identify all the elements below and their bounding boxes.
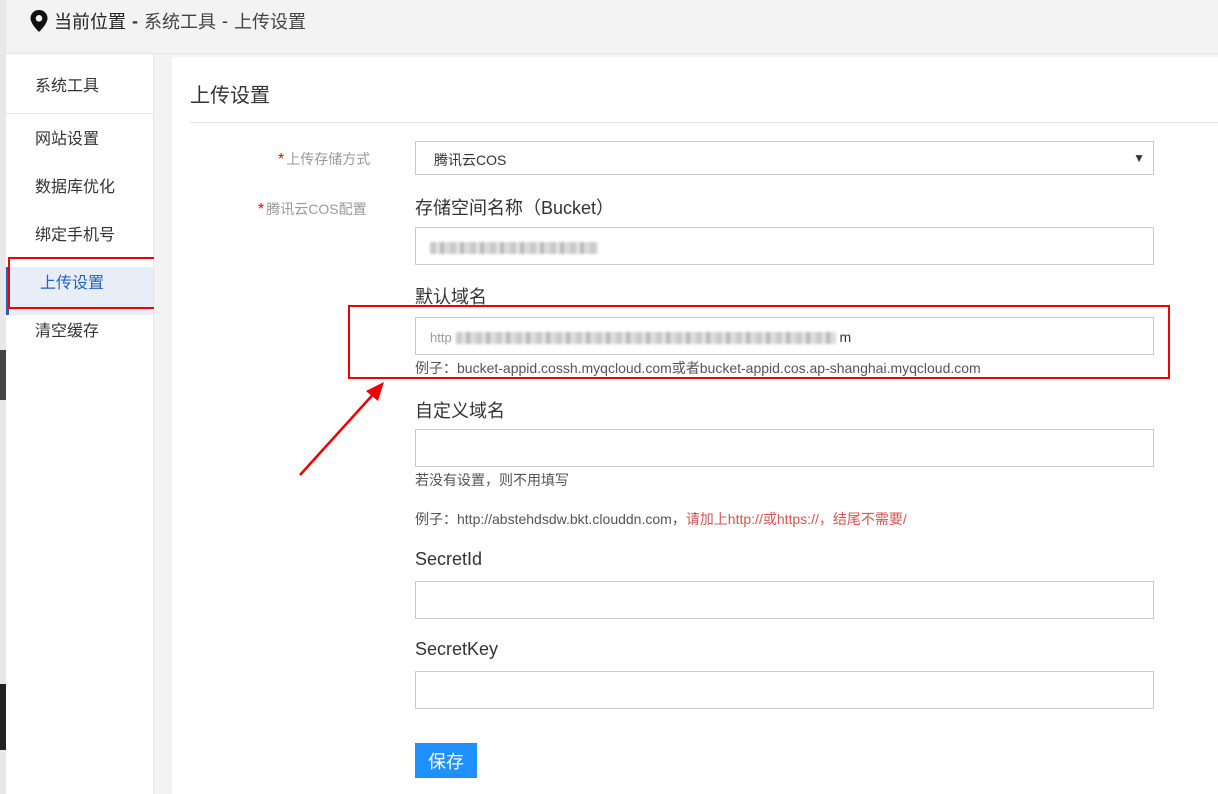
breadcrumb-current-label: 当前位置: [54, 12, 126, 32]
main-panel: 上传设置 * 上传存储方式 腾讯云COS ▼ * 腾讯云COS配置 存储空间名称（B…: [172, 57, 1218, 794]
secret-key-input[interactable]: [415, 671, 1154, 709]
secret-key-title: SecretKey: [415, 639, 499, 659]
sidebar-item-database-optimize[interactable]: 数据库优化: [6, 171, 153, 219]
breadcrumb-separator: -: [132, 10, 138, 31]
bucket-input[interactable]: [415, 227, 1154, 265]
page-title: 上传设置: [190, 85, 270, 107]
divider: [190, 122, 1218, 123]
storage-method-select[interactable]: 腾讯云COS ▼: [415, 141, 1154, 175]
default-domain-value-suffix: m: [839, 329, 852, 345]
sidebar-header: 系统工具: [6, 54, 153, 114]
required-asterisk: *: [278, 151, 285, 168]
sidebar-item-site-settings[interactable]: 网站设置: [6, 123, 153, 171]
storage-method-label: * 上传存储方式: [278, 149, 370, 169]
default-domain-input[interactable]: http m: [415, 317, 1154, 355]
sidebar-item-bind-phone[interactable]: 绑定手机号: [6, 219, 153, 267]
sidebar-menu: 网站设置 数据库优化 绑定手机号 上传设置 清空缓存: [6, 114, 153, 363]
custom-domain-note: 若没有设置，则不用填写: [415, 472, 569, 488]
breadcrumb-item-system-tools[interactable]: 系统工具: [144, 8, 216, 34]
sidebar-item-upload-settings[interactable]: 上传设置: [6, 267, 153, 315]
custom-domain-title: 自定义域名: [415, 401, 505, 421]
default-domain-value-prefix: http: [430, 330, 452, 345]
storage-method-selected: 腾讯云COS: [434, 152, 507, 168]
breadcrumb: 当前位置 - 系统工具 - 上传设置: [30, 10, 306, 32]
annotation-arrow-icon: [299, 382, 384, 476]
sidebar-item-clear-cache[interactable]: 清空缓存: [6, 315, 153, 363]
secret-id-title: SecretId: [415, 549, 483, 569]
custom-domain-warning: 请加上http://或https://，结尾不需要/: [685, 511, 907, 527]
dropdown-arrow-icon: ▼: [1133, 151, 1145, 165]
custom-domain-example: 例子：http://abstehdsdw.bkt.clouddn.com，请加上…: [415, 509, 907, 529]
sidebar: 系统工具 网站设置 数据库优化 绑定手机号 上传设置 清空缓存: [6, 54, 154, 794]
top-bar: 当前位置 - 系统工具 - 上传设置: [6, 0, 1218, 54]
location-pin-icon: [30, 10, 48, 32]
storage-method-label-text: 上传存储方式: [286, 151, 371, 167]
bucket-title: 存储空间名称（Bucket）: [415, 198, 615, 218]
custom-domain-example-text: 例子：http://abstehdsdw.bkt.clouddn.com，: [415, 511, 686, 527]
save-button[interactable]: 保存: [415, 743, 477, 778]
secret-id-input[interactable]: [415, 581, 1154, 619]
cos-config-label-text: 腾讯云COS配置: [266, 201, 367, 217]
default-domain-example: 例子：bucket-appid.cossh.myqcloud.com或者buck…: [415, 360, 981, 376]
custom-domain-input[interactable]: [415, 429, 1154, 467]
redacted-value: [430, 242, 598, 255]
redacted-value: [455, 332, 836, 345]
breadcrumb-item-upload-settings: 上传设置: [234, 12, 306, 32]
required-asterisk: *: [258, 201, 265, 218]
default-domain-title: 默认域名: [415, 287, 487, 307]
breadcrumb-separator: -: [222, 10, 228, 31]
cos-config-label: * 腾讯云COS配置: [258, 199, 367, 219]
